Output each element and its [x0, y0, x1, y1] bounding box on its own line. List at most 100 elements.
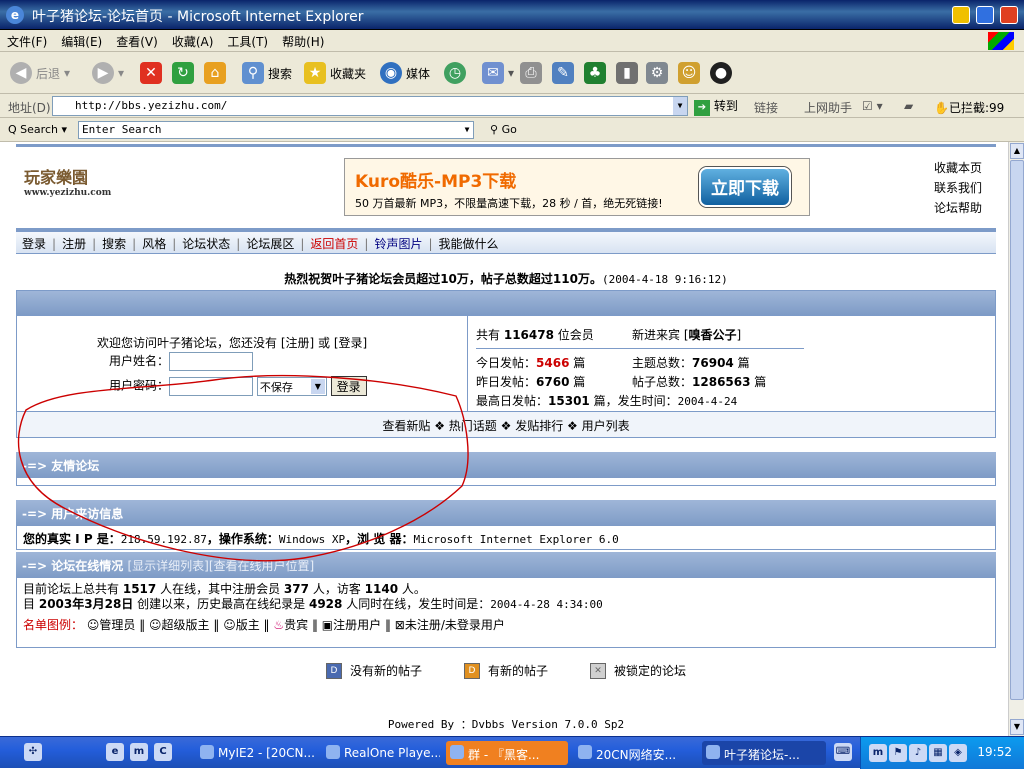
address-input[interactable]: http://bbs.yezizhu.com/▼	[52, 96, 688, 116]
guest-icon: ⊠	[394, 618, 405, 632]
settings-button[interactable]: ⚙	[646, 60, 668, 86]
phone-button[interactable]: ▮	[616, 60, 638, 86]
home-button[interactable]: ⌂	[204, 60, 226, 86]
task-20cn[interactable]: 20CN网络安...	[574, 741, 696, 765]
quicklaunch-ie-icon[interactable]: e	[106, 743, 124, 761]
password-input[interactable]	[169, 376, 254, 396]
search-button[interactable]: ⚲ 搜索	[242, 60, 292, 86]
search-dropdown[interactable]: ▼	[461, 122, 473, 138]
shield-icon[interactable]: ☑ ▾	[862, 99, 883, 113]
stats-divider	[476, 348, 804, 349]
stop-button[interactable]: ✕	[140, 60, 162, 86]
search-go-button[interactable]: ⚲ Go	[490, 123, 517, 136]
nav-item[interactable]: 铃声图片	[368, 232, 428, 255]
friend-forums-body	[16, 478, 996, 486]
newest-member-link[interactable]: 嗅香公子	[689, 328, 737, 342]
username-input[interactable]	[169, 352, 254, 371]
top-border	[16, 144, 996, 147]
taskbar-keyboard-icon[interactable]: ⌨	[834, 743, 852, 761]
task-yezizhu[interactable]: 叶子猪论坛-...	[702, 741, 826, 765]
nav-item[interactable]: 返回首页	[304, 232, 364, 255]
post-ranking-link[interactable]: 发贴排行	[515, 419, 563, 433]
mail-icon: ✉	[482, 62, 504, 84]
menu-help[interactable]: 帮助(H)	[275, 30, 331, 53]
tray-volume-icon[interactable]: ♪	[909, 744, 927, 762]
registered-user-icon: ▣	[321, 618, 334, 632]
nav-item[interactable]: 风格	[136, 232, 172, 255]
site-logo[interactable]: 玩家樂園 www.yezizhu.com	[24, 164, 174, 212]
online-detail-links[interactable]: [显示详细列表][查看在线用户位置]	[127, 559, 314, 573]
help-link[interactable]: 论坛帮助	[934, 198, 982, 218]
search-input[interactable]: Enter Search ▼	[78, 121, 474, 139]
ad-banner[interactable]: Kuro酷乐-MP3下载 50 万首最新 MP3，不限量高速下载，28 秒 / …	[344, 158, 810, 216]
menu-edit[interactable]: 编辑(E)	[54, 30, 109, 53]
scroll-up-button[interactable]: ▲	[1010, 143, 1024, 159]
tray-network-icon[interactable]: ⚑	[889, 744, 907, 762]
nav-item[interactable]: 论坛状态	[176, 232, 236, 255]
register-link[interactable]: 注册	[286, 336, 310, 350]
close-button[interactable]	[1000, 6, 1018, 24]
vertical-scrollbar[interactable]: ▲ ▼	[1008, 142, 1024, 736]
nav-item[interactable]: 登录	[16, 232, 52, 255]
tray-app-icon[interactable]: ▦	[929, 744, 947, 762]
login-submit-button[interactable]: 登录	[330, 376, 367, 396]
view-new-posts-link[interactable]: 查看新贴	[382, 419, 430, 433]
quicklaunch-cmd-icon[interactable]: C	[154, 743, 172, 761]
stop-icon: ✕	[140, 62, 162, 84]
user-list-link[interactable]: 用户列表	[582, 419, 630, 433]
back-button[interactable]: ◀ 后退 ▾	[10, 60, 70, 86]
qq-button[interactable]: ●	[710, 60, 732, 86]
clock[interactable]: 19:52	[977, 745, 1012, 759]
maximize-button[interactable]	[976, 6, 994, 24]
scroll-thumb[interactable]	[1010, 160, 1024, 700]
task-myie2[interactable]: MyIE2 - [20CN...	[196, 741, 318, 765]
quicklaunch-icon[interactable]: ✣	[24, 743, 42, 761]
mail-button[interactable]: ✉ ▾	[482, 60, 514, 86]
bookmark-link[interactable]: 收藏本页	[934, 158, 982, 178]
quicklaunch-myie-icon[interactable]: m	[130, 743, 148, 761]
media-button[interactable]: ◉ 媒体	[380, 60, 430, 86]
nav-item[interactable]: 搜索	[96, 232, 132, 255]
links-button[interactable]: 链接	[754, 99, 778, 116]
edit-button[interactable]: ✎	[552, 60, 574, 86]
download-now-button[interactable]: 立即下载	[699, 167, 791, 207]
search-toolbar: Q Search ▾ Enter Search ▼ ⚲ Go	[0, 118, 1024, 142]
minimize-button[interactable]	[952, 6, 970, 24]
menu-file[interactable]: 文件(F)	[0, 30, 54, 53]
menu-view[interactable]: 查看(V)	[109, 30, 165, 53]
nav-item[interactable]: 论坛展区	[240, 232, 300, 255]
forward-button[interactable]: ▶ ▾	[92, 60, 124, 86]
address-label: 地址(D)	[8, 101, 51, 115]
tree-button[interactable]: ♣	[584, 60, 606, 86]
print-button[interactable]: ⎙	[520, 60, 542, 86]
login-link[interactable]: 登录	[339, 336, 363, 350]
refresh-button[interactable]: ↻	[172, 60, 194, 86]
go-button[interactable]: ➔ 转到	[694, 97, 738, 116]
menu-tools[interactable]: 工具(T)	[220, 30, 275, 53]
address-dropdown[interactable]: ▼	[673, 97, 687, 115]
tray-security-icon[interactable]: ◈	[949, 744, 967, 762]
friend-forums-header[interactable]: -=> 友情论坛	[16, 452, 996, 478]
scroll-down-button[interactable]: ▼	[1010, 719, 1024, 735]
messenger-button[interactable]: ☺	[678, 60, 700, 86]
save-login-select[interactable]: 不保存	[256, 376, 327, 396]
task-qq-group[interactable]: 群 - 『黑客...	[446, 741, 568, 765]
login-form: 欢迎您访问叶子猪论坛，您还没有 [注册] 或 [登录] 用户姓名： 用户密码： …	[17, 316, 467, 412]
search-label[interactable]: Q Search ▾	[8, 123, 67, 136]
menu-favorites[interactable]: 收藏(A)	[165, 30, 221, 53]
task-realone[interactable]: RealOne Playe...	[322, 741, 440, 765]
history-button[interactable]: ◷	[444, 60, 466, 86]
hot-topics-link[interactable]: 热门话题	[449, 419, 497, 433]
nav-item[interactable]: 我能做什么	[433, 232, 505, 255]
tray-myie-icon[interactable]: m	[869, 744, 887, 762]
penguin-icon: ●	[710, 62, 732, 84]
nav-item[interactable]: 注册	[56, 232, 92, 255]
online-helper[interactable]: 上网助手	[804, 99, 852, 116]
ie-icon[interactable]: e	[6, 6, 24, 24]
contact-link[interactable]: 联系我们	[934, 178, 982, 198]
popup-blocker[interactable]: ✋已拦截:99	[934, 99, 1004, 116]
eraser-icon[interactable]: ▰	[904, 99, 913, 113]
window-title: 叶子猪论坛-论坛首页 - Microsoft Internet Explorer	[32, 9, 364, 25]
favorites-button[interactable]: ★ 收藏夹	[304, 60, 366, 86]
phone-icon: ▮	[616, 62, 638, 84]
